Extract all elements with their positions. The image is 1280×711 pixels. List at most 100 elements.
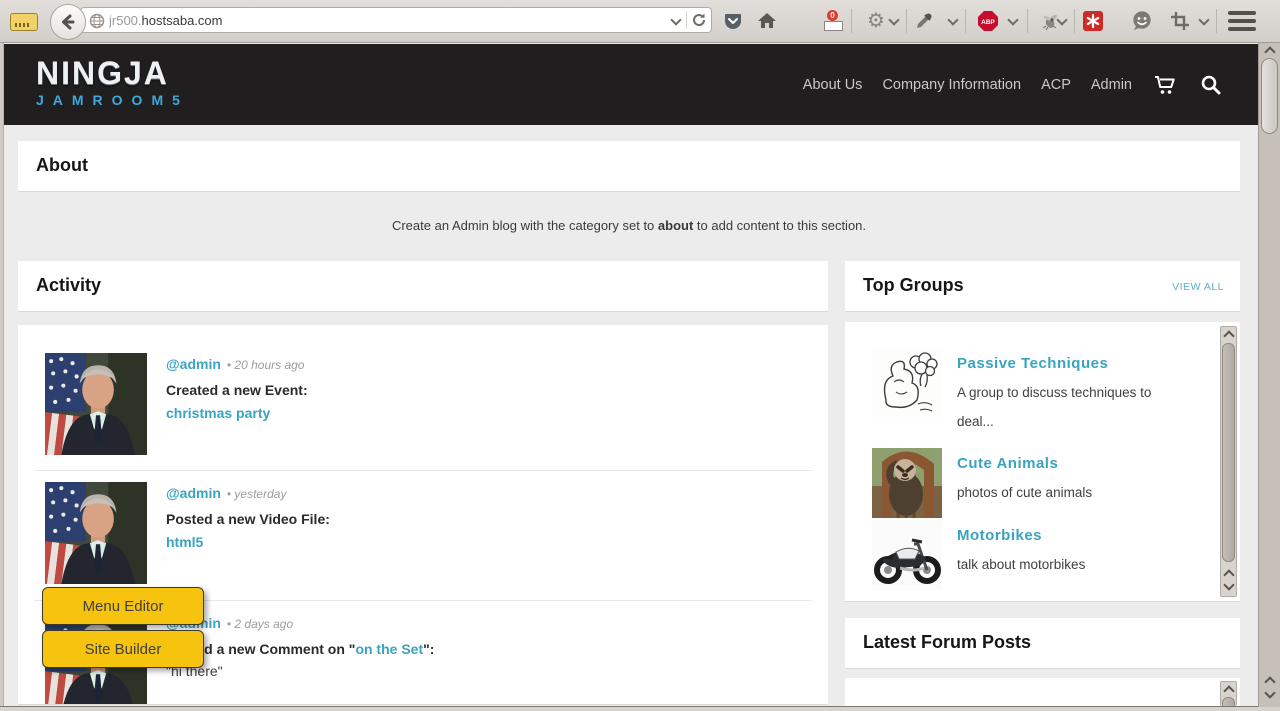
gear-addon-chevron-icon[interactable]	[888, 15, 902, 29]
activity-item-link[interactable]: html5	[166, 534, 203, 550]
site-builder-button[interactable]: Site Builder	[42, 630, 204, 668]
smiley-addon-icon[interactable]	[1130, 9, 1154, 33]
url-text[interactable]: jr500.hostsaba.com	[109, 13, 670, 28]
url-separator	[686, 11, 687, 29]
download-tray-icon	[824, 21, 843, 31]
group-description: photos of cute animals	[957, 485, 1093, 500]
group-link-cute-animals[interactable]: Cute Animals	[957, 455, 1058, 472]
reload-icon[interactable]	[691, 12, 707, 28]
nav-admin[interactable]: Admin	[1091, 77, 1132, 93]
forum-posts-header: Latest Forum Posts	[845, 618, 1240, 669]
menu-hamburger-icon[interactable]	[1228, 11, 1256, 31]
crop-addon-chevron-icon[interactable]	[1198, 15, 1212, 29]
notice-bold: about	[657, 218, 694, 233]
activity-user-link[interactable]: @admin	[166, 485, 221, 501]
adblock-chevron-icon[interactable]	[1007, 15, 1021, 29]
group-link-motorbikes[interactable]: Motorbikes	[957, 527, 1042, 544]
toolbar-separator	[1074, 9, 1075, 33]
activity-timestamp: • 2 days ago	[226, 617, 294, 631]
crop-addon-icon[interactable]	[1168, 9, 1192, 33]
download-counter-icon[interactable]: 0	[821, 9, 845, 33]
window-bottom-border	[0, 706, 1280, 711]
eyedropper-addon-chevron-icon[interactable]	[947, 15, 961, 29]
avatar[interactable]	[45, 353, 147, 455]
toolbar-separator	[906, 9, 907, 33]
download-badge: 0	[827, 10, 838, 21]
scrollbar-up-arrow-icon[interactable]	[1224, 568, 1234, 578]
url-subdomain: jr500.	[109, 12, 142, 28]
divider	[34, 470, 812, 471]
avatar[interactable]	[45, 482, 147, 584]
fly-addon-chevron-icon[interactable]	[1056, 15, 1070, 29]
group-thumbnail-sloth[interactable]	[872, 448, 942, 518]
browser-toolbar: jr500.hostsaba.com 0 ⚙ ABP	[0, 0, 1280, 43]
activity-action: Posted a new Video File:	[166, 511, 330, 527]
logo-line1: NINGJA	[36, 55, 169, 91]
page-title: About	[36, 155, 88, 175]
gear-addon-icon[interactable]: ⚙	[864, 9, 888, 33]
scrollbar-up-arrow-icon[interactable]	[1265, 45, 1275, 55]
group-link-passive-techniques[interactable]: Passive Techniques	[957, 355, 1108, 372]
groups-scrollbar-thumb[interactable]	[1222, 343, 1235, 562]
browser-scrollbar-thumb[interactable]	[1261, 58, 1278, 134]
scrollbar-down-arrow-icon[interactable]	[1265, 689, 1275, 699]
activity-action: Posted a new Comment on "on the Set":	[166, 641, 434, 657]
pocket-icon[interactable]	[721, 9, 745, 33]
activity-timestamp: • 20 hours ago	[226, 358, 305, 372]
group-thumbnail-sketch[interactable]	[872, 348, 942, 418]
notice-text: Create an Admin blog with the category s…	[391, 218, 658, 233]
activity-item-link[interactable]: on the Set	[355, 641, 423, 657]
scrollbar-down-arrow-icon[interactable]	[1224, 581, 1234, 591]
admin-notice: Create an Admin blog with the category s…	[18, 218, 1240, 233]
forum-posts-panel	[845, 678, 1240, 707]
forum-panel-scrollbar[interactable]	[1220, 681, 1237, 706]
forum-posts-title: Latest Forum Posts	[863, 632, 1032, 652]
site-nav: About Us Company Information ACP Admin	[803, 44, 1224, 125]
nav-about-us[interactable]: About Us	[803, 77, 863, 93]
activity-item-meta: @admin • 20 hours ago	[166, 356, 304, 374]
top-groups-panel: Passive Techniques A group to discuss te…	[845, 322, 1240, 602]
page-viewport: NINGJA JAMROOM5 About Us Company Informa…	[3, 42, 1258, 707]
url-domain: hostsaba.com	[141, 12, 223, 28]
scrollbar-up-arrow-icon[interactable]	[1224, 684, 1234, 694]
site-header: NINGJA JAMROOM5 About Us Company Informa…	[3, 44, 1258, 125]
window-left-border	[0, 42, 4, 711]
cart-icon[interactable]	[1152, 72, 1178, 98]
group-thumbnail-motorbike[interactable]	[872, 520, 942, 590]
abp-label: ABP	[981, 19, 995, 26]
url-dropdown-chevron-icon[interactable]	[670, 14, 682, 26]
site-identity-globe-icon[interactable]	[89, 13, 105, 29]
toolbar-separator	[851, 9, 852, 33]
logo-line2: JAMROOM5	[36, 92, 189, 108]
toolbar-separator	[1216, 9, 1217, 33]
nav-acp[interactable]: ACP	[1041, 77, 1071, 93]
url-bar[interactable]: jr500.hostsaba.com	[80, 7, 712, 33]
top-groups-header: Top Groups VIEW ALL	[845, 261, 1240, 312]
eyedropper-addon-icon[interactable]	[912, 9, 936, 33]
activity-user-link[interactable]: @admin	[166, 356, 221, 372]
activity-action: Created a new Event:	[166, 382, 308, 398]
view-all-link[interactable]: VIEW ALL	[1172, 281, 1224, 293]
groups-panel-scrollbar[interactable]	[1220, 326, 1237, 597]
tab-favicon-icon[interactable]	[10, 13, 38, 31]
toolbar-separator	[1027, 9, 1028, 33]
back-arrow-icon	[62, 14, 75, 30]
toolbar-separator	[965, 9, 966, 33]
search-icon[interactable]	[1198, 72, 1224, 98]
adblock-plus-icon[interactable]: ABP	[976, 9, 1000, 33]
browser-scrollbar[interactable]	[1258, 42, 1280, 707]
activity-section-header: Activity	[18, 261, 828, 312]
site-logo[interactable]: NINGJA JAMROOM5	[36, 56, 189, 108]
nav-company-information[interactable]: Company Information	[882, 77, 1021, 93]
home-icon[interactable]	[755, 9, 779, 33]
scrollbar-up-arrow-icon[interactable]	[1265, 675, 1275, 685]
back-button[interactable]	[50, 4, 86, 40]
about-section-header: About	[18, 141, 1240, 192]
asterisk-addon-icon[interactable]	[1081, 9, 1105, 33]
activity-item-meta: @admin • yesterday	[166, 485, 286, 503]
group-description: A group to discuss techniques to deal...	[957, 385, 1152, 429]
menu-editor-button[interactable]: Menu Editor	[42, 587, 204, 625]
activity-item-link[interactable]: christmas party	[166, 405, 270, 421]
scrollbar-up-arrow-icon[interactable]	[1224, 329, 1234, 339]
group-description: talk about motorbikes	[957, 557, 1086, 572]
